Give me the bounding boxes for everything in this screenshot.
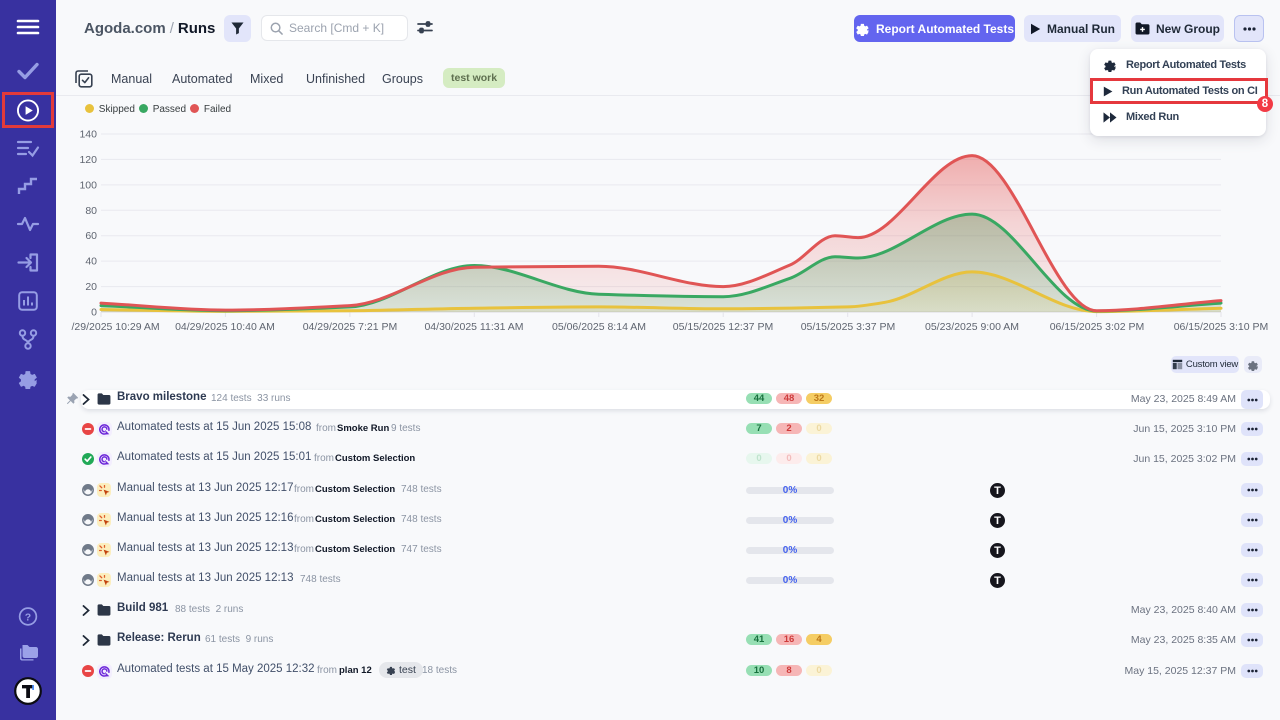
svg-text:04/29/2025 7:21 PM: 04/29/2025 7:21 PM [303,321,398,333]
svg-text:06/15/2025 3:02 PM: 06/15/2025 3:02 PM [1050,321,1145,333]
svg-text:05/23/2025 9:00 AM: 05/23/2025 9:00 AM [925,321,1019,333]
svg-text:100: 100 [79,179,97,191]
svg-text:0: 0 [91,307,97,319]
svg-text:04/29/2025 10:40 AM: 04/29/2025 10:40 AM [175,321,275,333]
svg-text:05/15/2025 12:37 PM: 05/15/2025 12:37 PM [673,321,773,333]
svg-text:120: 120 [79,154,97,166]
svg-text:05/15/2025 3:37 PM: 05/15/2025 3:37 PM [801,321,896,333]
svg-text:?: ? [25,612,31,623]
svg-text:140: 140 [79,129,97,141]
svg-text:80: 80 [85,205,97,217]
svg-text:04/30/2025 11:31 AM: 04/30/2025 11:31 AM [424,321,523,333]
svg-text:05/06/2025 8:14 AM: 05/06/2025 8:14 AM [552,321,646,333]
svg-text:/29/2025 10:29 AM: /29/2025 10:29 AM [72,321,160,333]
svg-text:60: 60 [85,230,97,242]
svg-text:20: 20 [85,281,97,293]
svg-text:40: 40 [85,256,97,268]
svg-text:06/15/2025 3:10 PM: 06/15/2025 3:10 PM [1174,321,1269,333]
